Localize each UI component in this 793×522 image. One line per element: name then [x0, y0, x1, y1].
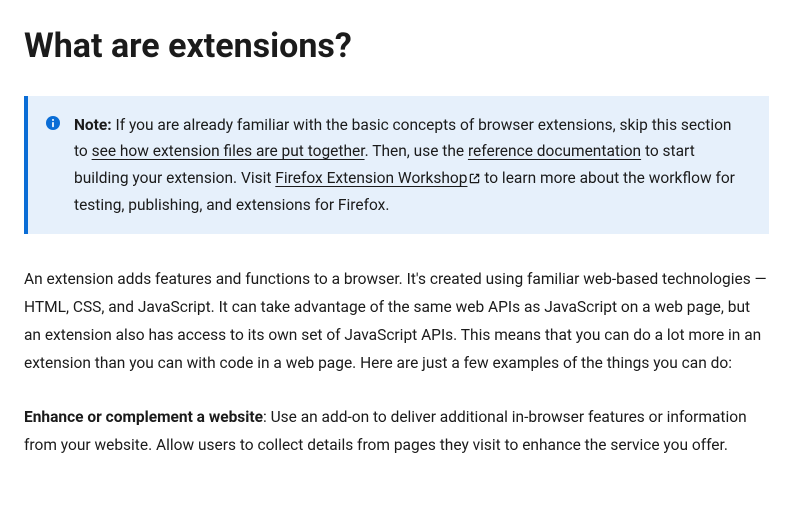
external-link-icon	[469, 166, 480, 192]
note-segment: . Then, use the	[365, 142, 468, 160]
note-prefix: Note:	[74, 116, 112, 134]
link-firefox-workshop[interactable]: Firefox Extension Workshop	[275, 169, 480, 187]
note-text: Note: If you are already familiar with t…	[74, 112, 749, 218]
info-icon	[46, 116, 60, 130]
enhance-paragraph: Enhance or complement a website: Use an …	[24, 404, 769, 460]
link-extension-files[interactable]: see how extension files are put together	[92, 142, 365, 160]
page-title: What are extensions?	[24, 26, 769, 66]
note-callout: Note: If you are already familiar with t…	[24, 96, 769, 234]
intro-paragraph: An extension adds features and functions…	[24, 266, 769, 378]
link-reference-docs[interactable]: reference documentation	[468, 142, 641, 160]
enhance-heading: Enhance or complement a website	[24, 408, 263, 426]
